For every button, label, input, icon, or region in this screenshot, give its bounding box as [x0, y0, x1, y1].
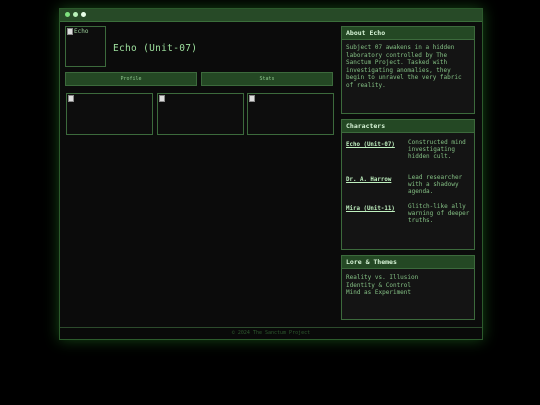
character-link[interactable]: Echo (Unit-07): [346, 142, 404, 148]
broken-image-icon: [159, 95, 165, 102]
broken-image-icon: [249, 95, 255, 102]
tab-profile[interactable]: Profile: [65, 72, 197, 86]
window-dot-icon[interactable]: [73, 12, 78, 17]
lore-item: Mind as Experiment: [346, 289, 412, 297]
gallery-thumbnail[interactable]: [66, 93, 153, 135]
title-bar: [60, 9, 482, 22]
avatar: Echo: [65, 26, 106, 67]
lore-item: Reality vs. Illusion: [346, 274, 419, 281]
window-dot-icon[interactable]: [65, 12, 70, 17]
broken-image-icon: [67, 28, 73, 35]
characters-panel: Characters Echo (Unit-07) Constructed mi…: [341, 119, 475, 250]
broken-image-icon: [68, 95, 74, 102]
app-window: Echo Echo (Unit-07) Profile Stats About …: [59, 8, 483, 340]
about-heading: About Echo: [342, 27, 474, 40]
character-desc: Glitch-like ally warning of deeper truth…: [408, 203, 470, 225]
about-panel: About Echo Subject 07 awakens in a hidde…: [341, 26, 475, 114]
gallery-thumbnail[interactable]: [157, 93, 244, 135]
lore-item: Identity & Control: [346, 281, 412, 289]
footer: © 2024 The Sanctum Project: [60, 327, 482, 339]
window-dot-icon[interactable]: [81, 12, 86, 17]
lore-list: Reality vs. Illusion Identity & Control …: [346, 274, 474, 297]
gallery-thumbnail[interactable]: [247, 93, 334, 135]
about-text: Subject 07 awakens in a hidden laborator…: [346, 44, 462, 89]
character-desc: Constructed mind investigating hidden cu…: [408, 139, 466, 161]
character-link[interactable]: Mira (Unit-11): [346, 206, 404, 212]
avatar-alt-text: Echo: [74, 28, 89, 35]
characters-heading: Characters: [342, 120, 474, 133]
character-link[interactable]: Dr. A. Harrow: [346, 177, 404, 183]
character-desc: Lead researcher with a shadowy agenda.: [408, 174, 463, 196]
lore-panel: Lore & Themes Reality vs. Illusion Ident…: [341, 255, 475, 320]
character-name: Echo (Unit-07): [113, 43, 198, 54]
tab-stats[interactable]: Stats: [201, 72, 333, 86]
lore-heading: Lore & Themes: [342, 256, 474, 269]
